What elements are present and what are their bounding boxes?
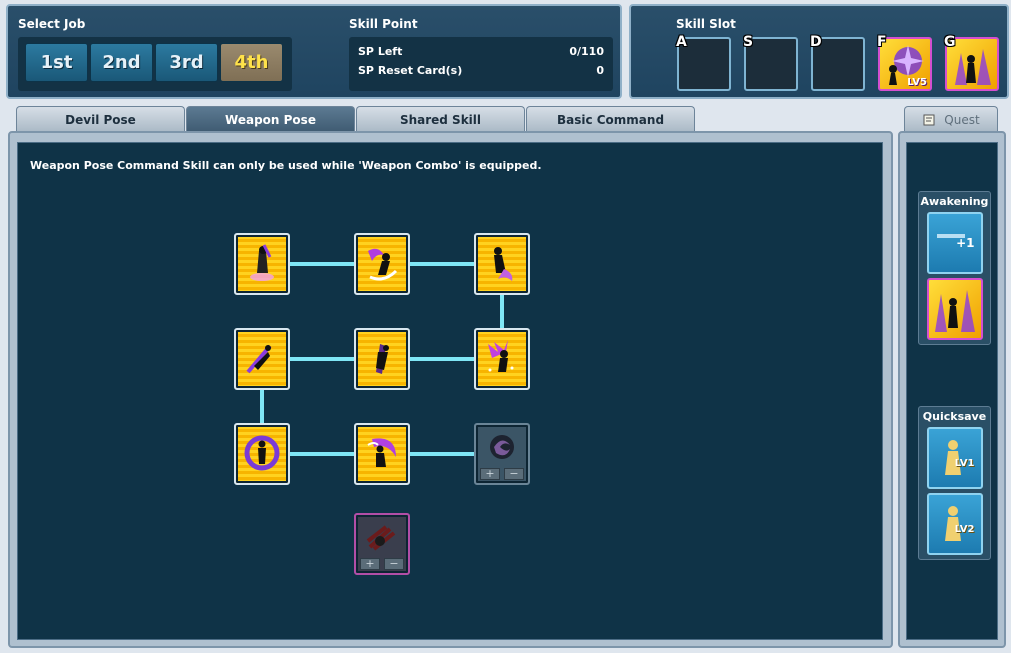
link-7-8 [290,452,354,456]
slot-level-f: LV5 [907,77,927,88]
quest-label: Quest [944,112,980,127]
job-tab-4th[interactable]: 4th [220,43,283,82]
sp-left-value: 0/110 [569,45,604,58]
dash-strike-icon [246,344,272,374]
skill-slot-f[interactable]: F LV5 [877,34,932,91]
side-panel: Awakening +1 Quicksave LV1 LV2 [898,131,1006,648]
spin-strike-icon [494,247,513,281]
link-8-9 [410,452,474,456]
slot-key-a: A [676,34,687,50]
quicksave-group: Quicksave LV1 LV2 [918,406,991,560]
skill-9-plus-button[interactable]: + [480,468,500,480]
link-1-2 [290,262,354,266]
purple-swing-icon [368,248,398,281]
shadow-claw-icon [366,525,396,551]
slot-key-g: G [944,34,956,50]
skill-node-4[interactable] [234,328,290,390]
skill-10-plus-button[interactable]: + [360,558,380,570]
awakening-skill-button[interactable] [926,278,983,340]
sp-left-label: SP Left [358,45,403,58]
tab-weapon-pose[interactable]: Weapon Pose [186,106,355,132]
skill-10-minus-button[interactable]: − [384,558,404,570]
sp-reset-value: 0 [596,64,604,77]
side-panel-inner: Awakening +1 Quicksave LV1 LV2 [906,142,998,640]
sp-left-row: SP Left 0/110 [358,45,604,64]
quicksave-slot-1[interactable]: LV1 [926,427,983,489]
sp-reset-label: SP Reset Card(s) [358,64,463,77]
skill-node-7[interactable] [234,423,290,485]
dark-vortex-icon [490,435,514,459]
job-tab-3rd[interactable]: 3rd [155,43,218,82]
weapon-combo-notice: Weapon Pose Command Skill can only be us… [30,159,542,172]
skill-9-minus-button[interactable]: − [504,468,524,480]
job-tabs: 1st 2nd 3rd 4th [18,37,292,91]
skill-node-10[interactable]: + − [354,513,410,575]
tab-devil-pose[interactable]: Devil Pose [16,106,185,132]
skill-slot-a[interactable]: A [676,34,731,91]
awakening-group: Awakening +1 [918,191,991,345]
skill-point-box: SP Left 0/110 SP Reset Card(s) 0 [349,37,613,91]
skill-slot-panel: Skill Slot A S D F LV5 G [629,4,1009,99]
link-3-6 [500,295,504,328]
slot-key-d: D [810,34,822,50]
skill-node-1[interactable] [234,233,290,295]
skill-node-2[interactable] [354,233,410,295]
link-4-7 [260,390,264,423]
quicksave-level-2: LV2 [954,524,975,535]
ring-aura-icon [244,435,280,471]
upward-slash-icon [250,244,274,281]
awakening-title: Awakening [920,195,989,208]
link-5-6 [410,357,474,361]
skill-node-8[interactable] [354,423,410,485]
link-2-3 [410,262,474,266]
skill-slot-g[interactable]: G [944,34,999,91]
skill-node-6[interactable] [474,328,530,390]
quicksave-slot-2[interactable]: LV2 [926,493,983,555]
skill-node-9[interactable]: + − [474,423,530,485]
shadow-figure-icon [934,290,975,332]
job-tab-2nd[interactable]: 2nd [90,43,153,82]
sp-reset-row: SP Reset Card(s) 0 [358,64,604,83]
awakening-plus-button[interactable]: +1 [926,212,983,274]
quicksave-title: Quicksave [922,410,987,423]
quest-tab[interactable]: Quest [904,106,998,132]
skill-tree-area: Weapon Pose Command Skill can only be us… [17,142,883,640]
job-panel: Select Job 1st 2nd 3rd 4th Skill Point S… [6,4,622,99]
slot-key-f: F [877,34,887,50]
quicksave-level-1: LV1 [954,458,975,469]
awakening-plus-label: +1 [956,236,975,250]
skill-point-title: Skill Point [349,17,418,31]
slot-key-s: S [743,34,754,50]
link-4-5 [290,357,354,361]
skill-node-5[interactable] [354,328,410,390]
skill-node-3[interactable] [474,233,530,295]
scroll-icon [923,114,935,125]
purple-burst-icon [488,340,514,372]
skill-tree-panel: Weapon Pose Command Skill can only be us… [8,131,893,648]
job-tab-1st[interactable]: 1st [25,43,88,82]
tab-shared-skill[interactable]: Shared Skill [356,106,525,132]
select-job-title: Select Job [18,17,86,31]
skill-slot-s[interactable]: S [743,34,798,91]
skill-slot-title: Skill Slot [676,17,736,31]
crescent-slash-icon [367,438,396,467]
tab-basic-command[interactable]: Basic Command [526,106,695,132]
skill-slot-d[interactable]: D [810,34,865,91]
rising-blade-icon [376,344,389,374]
